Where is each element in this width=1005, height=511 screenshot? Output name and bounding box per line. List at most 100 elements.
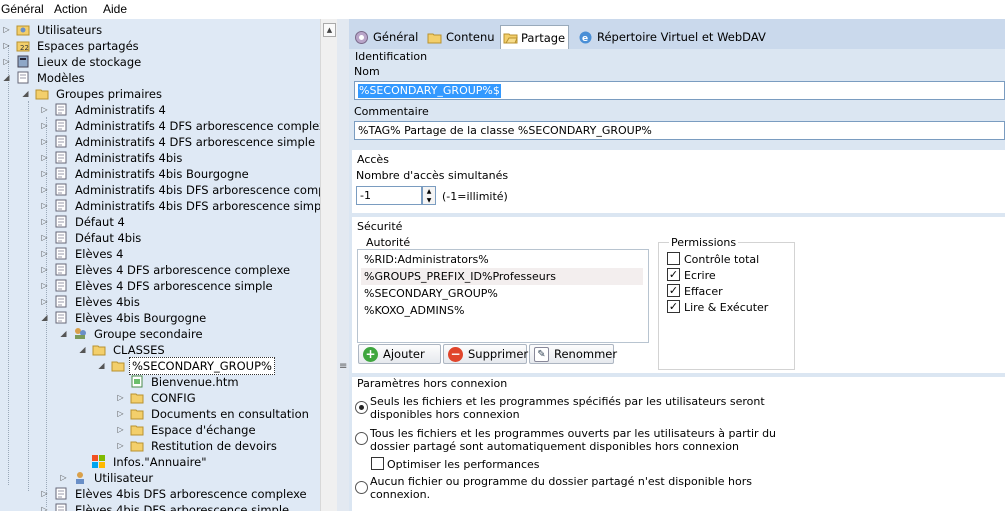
windows-logo-icon [92,455,105,468]
autorite-item[interactable]: %KOXO_ADMINS% [361,302,643,319]
expand-icon[interactable]: ▷ [2,54,11,70]
expand-icon[interactable]: ▷ [40,246,49,262]
permission-checkbox[interactable]: ✓ [667,300,680,313]
offline-option-1-line2: disponibles hors connexion [370,408,520,421]
supprimer-button[interactable]: − Supprimer [443,344,528,364]
model-doc-icon [55,503,67,511]
collapse-icon[interactable]: ◢ [40,310,49,326]
expand-icon[interactable]: ▷ [40,150,49,166]
model-doc-icon [55,103,67,116]
autorite-item[interactable]: %GROUPS_PREFIX_ID%Professeurs [361,268,643,285]
expand-icon[interactable]: ▷ [40,486,49,502]
expand-icon[interactable]: ▷ [40,278,49,294]
expand-icon[interactable]: ▷ [2,38,11,54]
model-doc-icon [55,135,67,148]
renommer-button[interactable]: ✎ Renommer [529,344,617,364]
scroll-up-icon[interactable]: ▲ [323,23,336,37]
collapse-icon[interactable]: ◢ [97,358,106,374]
permission-label: Lire & Exécuter [684,301,769,314]
folder-icon [130,441,144,452]
model-doc-icon [55,215,67,228]
optimiser-checkbox[interactable] [371,457,384,470]
model-doc-icon [55,311,67,324]
acces-spinner[interactable] [356,186,422,205]
tab-repertoire-virtuel[interactable]: e Répertoire Virtuel et WebDAV [576,27,766,49]
user-icon [76,472,84,484]
splitter[interactable]: ≡ [337,19,349,511]
acces-hint: (-1=illimité) [442,190,508,203]
offline-option-3-line2: connexion. [370,488,431,501]
expand-icon[interactable]: ▷ [40,102,49,118]
permission-checkbox[interactable]: ✓ [667,268,680,281]
expand-icon[interactable]: ▷ [40,182,49,198]
folder-icon [130,409,144,420]
expand-icon[interactable]: ▷ [40,166,49,182]
expand-icon[interactable]: ▷ [116,438,125,454]
acces-label: Nombre d'accès simultanés [356,169,509,182]
folder-open-icon [35,89,49,100]
autorite-label: Autorité [366,236,411,249]
model-doc-icon [55,231,67,244]
collapse-icon[interactable]: ◢ [21,86,30,102]
tab-contenu[interactable]: Contenu [425,27,497,49]
offline-radio-1[interactable] [355,401,368,414]
expand-icon[interactable]: ▷ [40,134,49,150]
partage-panel: Identification Nom %SECONDARY_GROUP%$ Co… [349,49,1005,511]
tab-general[interactable]: Général [350,27,422,49]
collapse-icon[interactable]: ◢ [2,70,11,86]
collapse-icon[interactable]: ◢ [59,326,68,342]
expand-icon[interactable]: ▷ [2,22,11,38]
model-doc-icon [55,151,67,164]
expand-icon[interactable]: ▷ [116,422,125,438]
model-doc-icon [55,119,67,132]
models-icon [17,71,29,84]
shared-space-icon: 22 [16,41,30,52]
expand-icon[interactable]: ▷ [40,198,49,214]
permission-label: Contrôle total [684,253,760,266]
offline-option-3-line1: Aucun fichier ou programme du dossier pa… [370,475,752,488]
offline-radio-2[interactable] [355,432,368,445]
plus-icon: + [363,347,378,362]
commentaire-field[interactable] [354,121,1005,140]
menu-general[interactable]: Général [1,2,44,16]
model-doc-icon [55,295,67,308]
expand-icon[interactable]: ▷ [40,118,49,134]
expand-icon[interactable]: ▷ [40,294,49,310]
expand-icon[interactable]: ▷ [40,214,49,230]
model-doc-icon [55,199,67,212]
tab-partage[interactable]: Partage [500,25,569,50]
tree-scrollbar[interactable]: ▲ [320,19,337,511]
identification-title: Identification [355,50,428,63]
menu-action[interactable]: Action [54,2,87,16]
expand-icon[interactable]: ▷ [40,262,49,278]
tree-view: ▷ Utilisateurs ▷ 22 Espaces partagés ▷ L… [0,19,320,511]
offline-option-2-line2: dossier partagé sont automatiquement dis… [370,440,739,453]
permission-checkbox[interactable]: ✓ [667,284,680,297]
splitter-grip-icon: ≡ [339,361,348,372]
permission-checkbox[interactable] [667,252,680,265]
acces-title: Accès [357,153,389,166]
menu-aide[interactable]: Aide [103,2,127,16]
html-file-icon [131,375,143,388]
model-doc-icon [55,183,67,196]
permission-label: Ecrire [684,269,716,282]
properties-pane: Général Contenu Partage e Répertoire Vir… [349,19,1005,511]
spinner-arrows-icon[interactable]: ▲ ▼ [422,186,436,205]
expand-icon[interactable]: ▷ [40,230,49,246]
expand-icon[interactable]: ▷ [116,390,125,406]
model-doc-icon [55,279,67,292]
expand-icon[interactable]: ▷ [59,470,68,486]
group-icon [75,328,86,339]
model-doc-icon [55,247,67,260]
expand-icon[interactable]: ▷ [116,406,125,422]
menu-bar: Général Action Aide [0,0,1005,19]
ajouter-button[interactable]: + Ajouter [358,344,441,364]
users-folder-icon [16,25,30,36]
rename-icon: ✎ [534,347,549,362]
svg-text:22: 22 [20,44,29,52]
expand-icon[interactable]: ▷ [40,502,49,511]
autorite-item[interactable]: %RID:Administrators% [361,251,643,268]
autorite-item[interactable]: %SECONDARY_GROUP% [361,285,643,302]
offline-radio-3[interactable] [355,481,368,494]
collapse-icon[interactable]: ◢ [78,342,87,358]
